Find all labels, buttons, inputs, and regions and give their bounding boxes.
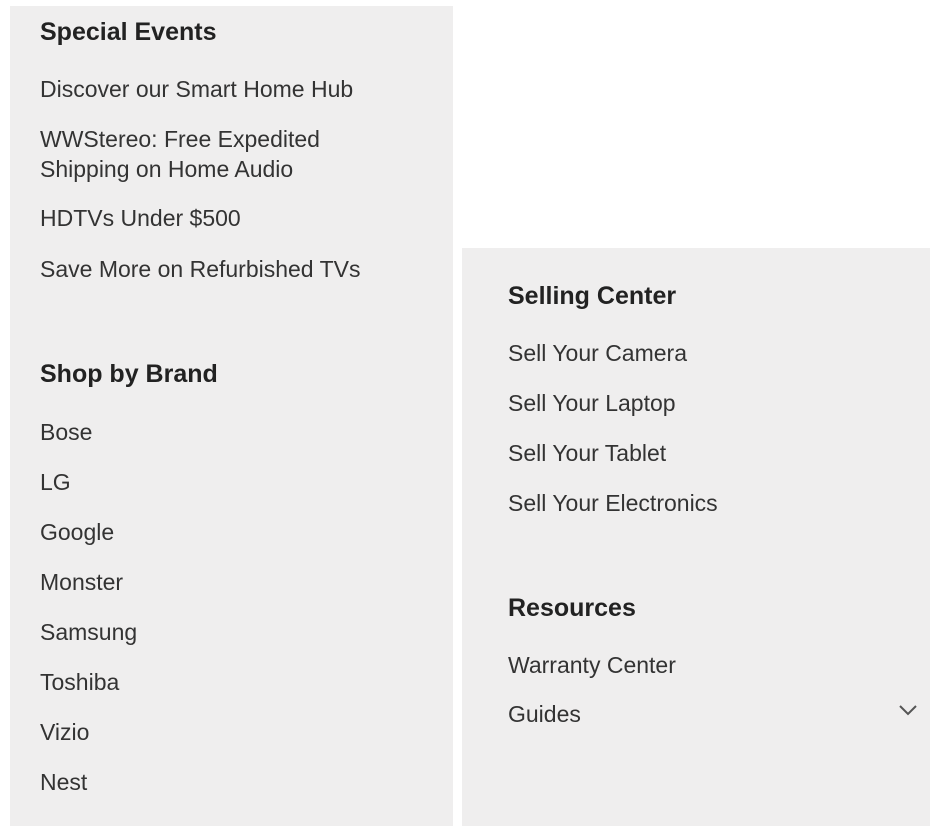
link-sell-laptop[interactable]: Sell Your Laptop (508, 388, 676, 418)
left-menu-panel: Special Events Discover our Smart Home H… (10, 6, 453, 826)
link-wwstereo-shipping[interactable]: WWStereo: Free Expedited Shipping on Hom… (40, 124, 400, 184)
link-sell-camera[interactable]: Sell Your Camera (508, 338, 687, 368)
brand-link-vizio[interactable]: Vizio (40, 717, 89, 747)
brand-link-bose[interactable]: Bose (40, 417, 92, 447)
link-sell-tablet[interactable]: Sell Your Tablet (508, 438, 666, 468)
selling-center-heading: Selling Center (508, 282, 677, 310)
brand-link-google[interactable]: Google (40, 517, 114, 547)
brand-link-toshiba[interactable]: Toshiba (40, 667, 119, 697)
shop-by-brand-heading: Shop by Brand (40, 360, 218, 388)
link-warranty-center[interactable]: Warranty Center (508, 650, 676, 680)
resources-heading: Resources (508, 594, 636, 622)
link-guides[interactable]: Guides (508, 699, 581, 729)
link-hdtvs-under-500[interactable]: HDTVs Under $500 (40, 203, 241, 233)
brand-link-monster[interactable]: Monster (40, 567, 123, 597)
chevron-down-icon[interactable] (896, 698, 920, 722)
brand-link-lg[interactable]: LG (40, 467, 71, 497)
brand-link-nest[interactable]: Nest (40, 767, 87, 797)
footer-menu-canvas: Special Events Discover our Smart Home H… (0, 0, 930, 826)
link-smart-home-hub[interactable]: Discover our Smart Home Hub (40, 74, 353, 104)
link-sell-electronics[interactable]: Sell Your Electronics (508, 488, 718, 518)
link-refurbished-tvs[interactable]: Save More on Refurbished TVs (40, 254, 360, 284)
special-events-heading: Special Events (40, 18, 217, 46)
right-menu-panel: Selling Center Sell Your Camera Sell You… (462, 248, 930, 826)
brand-link-samsung[interactable]: Samsung (40, 617, 137, 647)
